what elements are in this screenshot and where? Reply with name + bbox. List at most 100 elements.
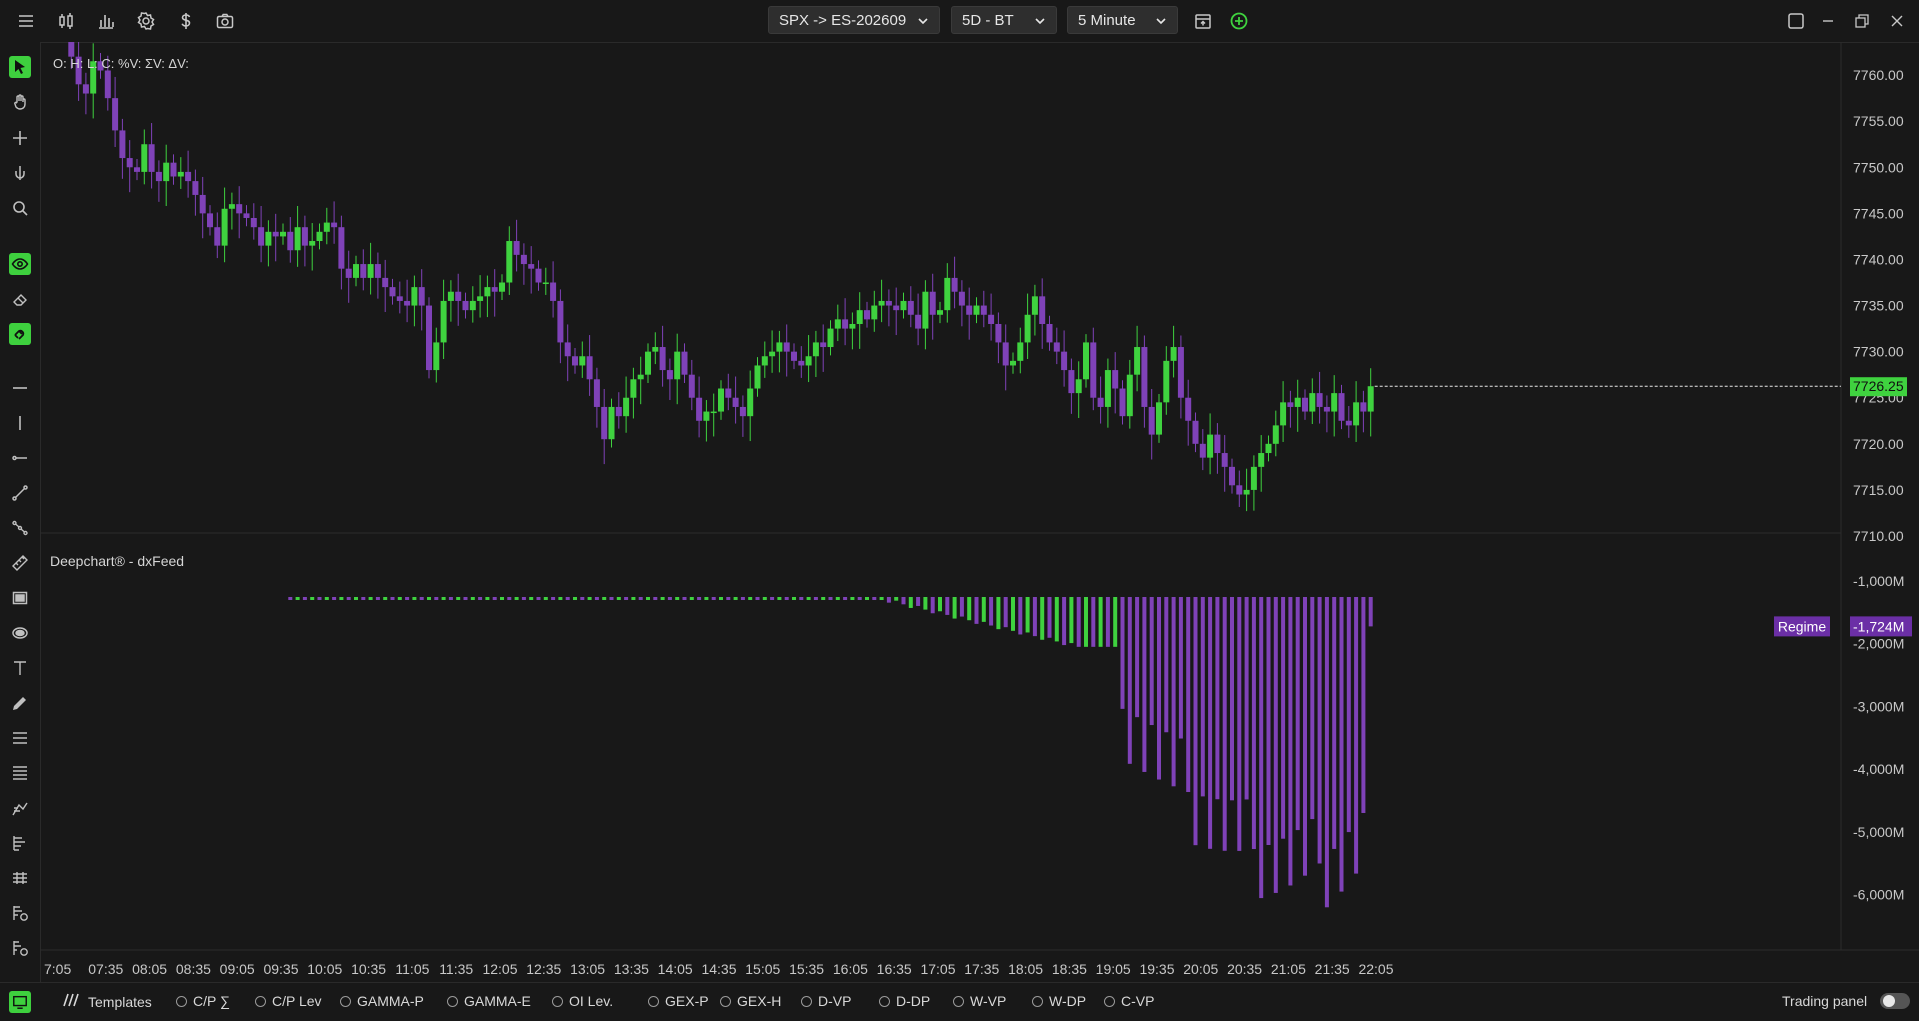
lines-icon[interactable]	[9, 762, 31, 784]
regime-bar	[310, 597, 315, 600]
hand-icon[interactable]	[9, 91, 31, 113]
path-icon[interactable]	[9, 517, 31, 539]
candle-body	[842, 319, 849, 329]
template-option[interactable]: W-DP	[1032, 993, 1086, 1009]
template-option[interactable]: GAMMA-P	[340, 993, 424, 1009]
close-icon[interactable]	[1885, 9, 1909, 33]
trend-line-icon[interactable]	[9, 482, 31, 504]
template-option[interactable]: GEX-H	[720, 993, 781, 1009]
template-option[interactable]: C/P ∑	[176, 993, 230, 1009]
time-tick-label: 7:05	[44, 961, 71, 977]
template-option[interactable]: W-VP	[953, 993, 1006, 1009]
templates-button[interactable]: Templates	[62, 993, 152, 1010]
restore-icon[interactable]	[1850, 9, 1874, 33]
regime-bar	[1200, 597, 1205, 797]
template-option[interactable]: GEX-P	[648, 993, 709, 1009]
pointer-icon[interactable]	[9, 56, 31, 78]
chart-area[interactable]: 7765.007760.007755.007750.007745.007740.…	[40, 42, 1919, 982]
candle-body	[119, 130, 126, 159]
calendar-icon[interactable]	[1191, 9, 1215, 33]
candle-body	[134, 167, 140, 172]
eye-icon[interactable]	[9, 253, 31, 275]
regime-bar	[1062, 597, 1067, 646]
vertical-line-icon[interactable]	[9, 412, 31, 434]
template-option[interactable]: C-VP	[1104, 993, 1154, 1009]
symbol-dropdown[interactable]: SPX -> ES-202609	[768, 6, 940, 34]
regime-bar	[675, 597, 680, 600]
menu-icon[interactable]	[14, 9, 38, 33]
magnet-cursor-icon[interactable]	[9, 162, 31, 184]
eraser-icon[interactable]	[9, 288, 31, 310]
minimize-icon[interactable]	[1816, 9, 1840, 33]
candle-body	[973, 305, 980, 315]
candle-body	[426, 305, 432, 371]
price-tick-label: 7720.00	[1853, 436, 1904, 452]
candle-body	[207, 213, 213, 228]
add-chart-icon[interactable]	[1227, 9, 1251, 33]
monitor-icon[interactable]	[9, 991, 31, 1013]
candle-body	[1046, 323, 1053, 343]
candle-body	[382, 277, 389, 288]
text-icon[interactable]	[9, 657, 31, 679]
candle-body	[1002, 342, 1009, 366]
magnet-icon[interactable]	[9, 323, 31, 345]
template-option[interactable]: D-DP	[879, 993, 930, 1009]
regime-bar	[828, 597, 833, 600]
regime-bar	[434, 597, 439, 600]
candle-body	[929, 291, 936, 315]
candle-body	[1112, 370, 1119, 389]
candle-body	[885, 300, 892, 306]
candlestick-icon[interactable]	[54, 9, 78, 33]
candle-body	[1280, 402, 1287, 426]
candle-body	[353, 264, 359, 278]
candle-body	[871, 305, 878, 320]
crosshair-icon[interactable]	[9, 127, 31, 149]
bar-chart-icon[interactable]	[94, 9, 118, 33]
template-option-label: W-DP	[1049, 993, 1087, 1009]
candle-body	[586, 356, 593, 380]
regime-bar	[1011, 597, 1015, 631]
position-dollar-icon[interactable]	[9, 937, 31, 959]
candle-body	[615, 406, 622, 417]
candle-body	[564, 342, 571, 357]
ray-icon[interactable]	[9, 447, 31, 469]
settings-gear-icon[interactable]	[134, 9, 158, 33]
candle-body	[411, 287, 418, 306]
pencil-icon[interactable]	[9, 692, 31, 714]
template-option[interactable]: GAMMA-E	[447, 993, 531, 1009]
order-dollar-icon[interactable]	[9, 902, 31, 924]
symbol-label: SPX -> ES-202609	[779, 11, 907, 29]
regime-bar	[1105, 597, 1110, 647]
templates-label: Templates	[88, 993, 152, 1010]
ruler-icon[interactable]	[9, 552, 31, 574]
horizontal-line-icon[interactable]	[9, 377, 31, 399]
zoom-icon[interactable]	[9, 197, 31, 219]
layout-icon[interactable]	[1784, 9, 1808, 33]
candle-body	[148, 144, 155, 172]
fibonacci-icon[interactable]	[9, 727, 31, 749]
template-option[interactable]: D-VP	[801, 993, 851, 1009]
rectangle-icon[interactable]	[9, 587, 31, 609]
candle-body	[922, 291, 929, 329]
regime-bar	[981, 597, 986, 622]
regime-bar	[1332, 597, 1337, 849]
template-option[interactable]: C/P Lev	[255, 993, 322, 1009]
candle-body	[104, 70, 111, 99]
volume-profile-icon[interactable]	[9, 797, 31, 819]
fixed-range-icon[interactable]	[9, 832, 31, 854]
range-dropdown[interactable]: 5D - BT	[951, 6, 1057, 34]
candle-body	[557, 300, 564, 343]
template-option[interactable]: OI Lev.	[552, 993, 613, 1009]
indicator-tick-label: -5,000M	[1853, 824, 1904, 840]
candle-body	[1272, 425, 1279, 444]
trading-panel-toggle[interactable]	[1880, 993, 1910, 1009]
candle-body	[331, 222, 338, 228]
candle-body	[893, 305, 900, 311]
dollar-icon[interactable]	[174, 9, 198, 33]
interval-dropdown[interactable]: 5 Minute	[1067, 6, 1178, 34]
price-tick-label: 7715.00	[1853, 482, 1904, 498]
regime-bar	[1339, 597, 1344, 892]
session-profile-icon[interactable]	[9, 867, 31, 889]
camera-icon[interactable]	[213, 9, 237, 33]
ellipse-icon[interactable]	[9, 622, 31, 644]
